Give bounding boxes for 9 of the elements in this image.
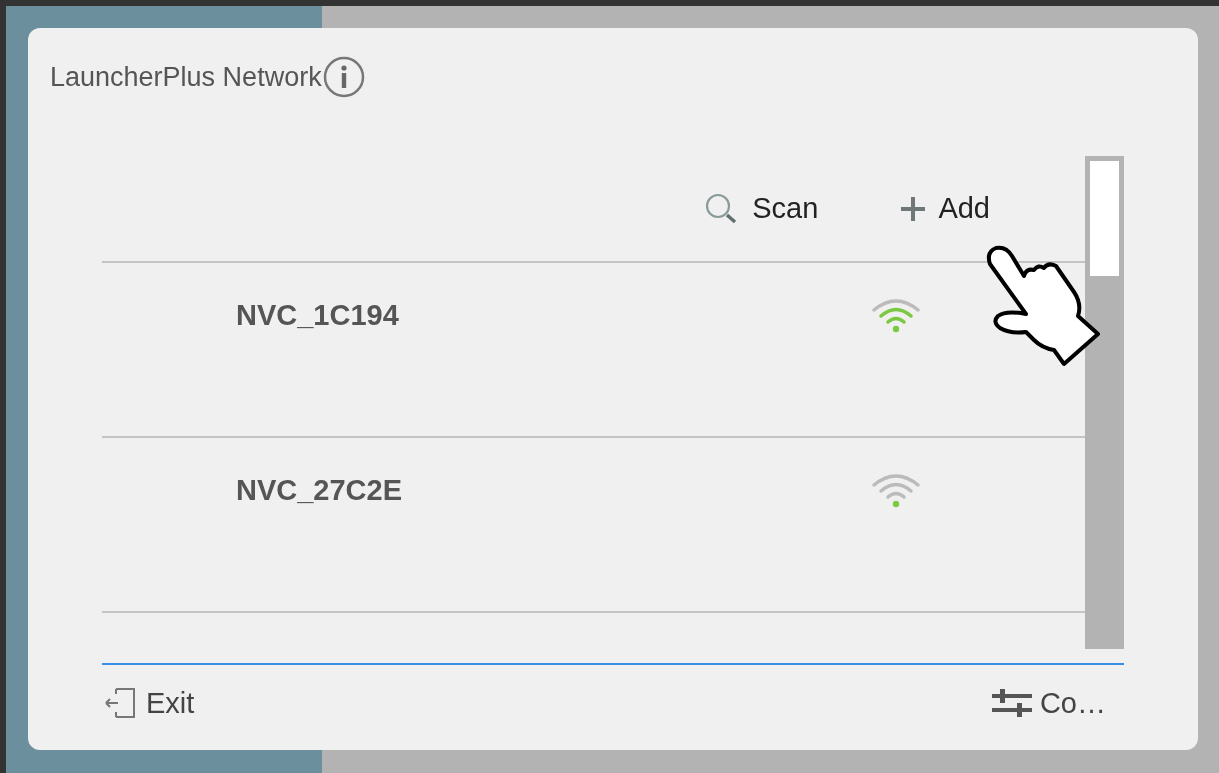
scrollbar[interactable] (1085, 156, 1124, 649)
scan-button[interactable]: Scan (704, 191, 819, 226)
settings-button[interactable]: Co… (989, 685, 1106, 721)
info-icon[interactable] (322, 56, 365, 98)
network-name[interactable]: NVC_27C2E (236, 474, 870, 507)
dialog-title: LauncherPlus Network (50, 61, 322, 93)
network-name[interactable]: NVC_1C194 (236, 299, 870, 332)
add-button[interactable]: Add (898, 192, 990, 225)
exit-button[interactable]: Exit (102, 686, 195, 720)
